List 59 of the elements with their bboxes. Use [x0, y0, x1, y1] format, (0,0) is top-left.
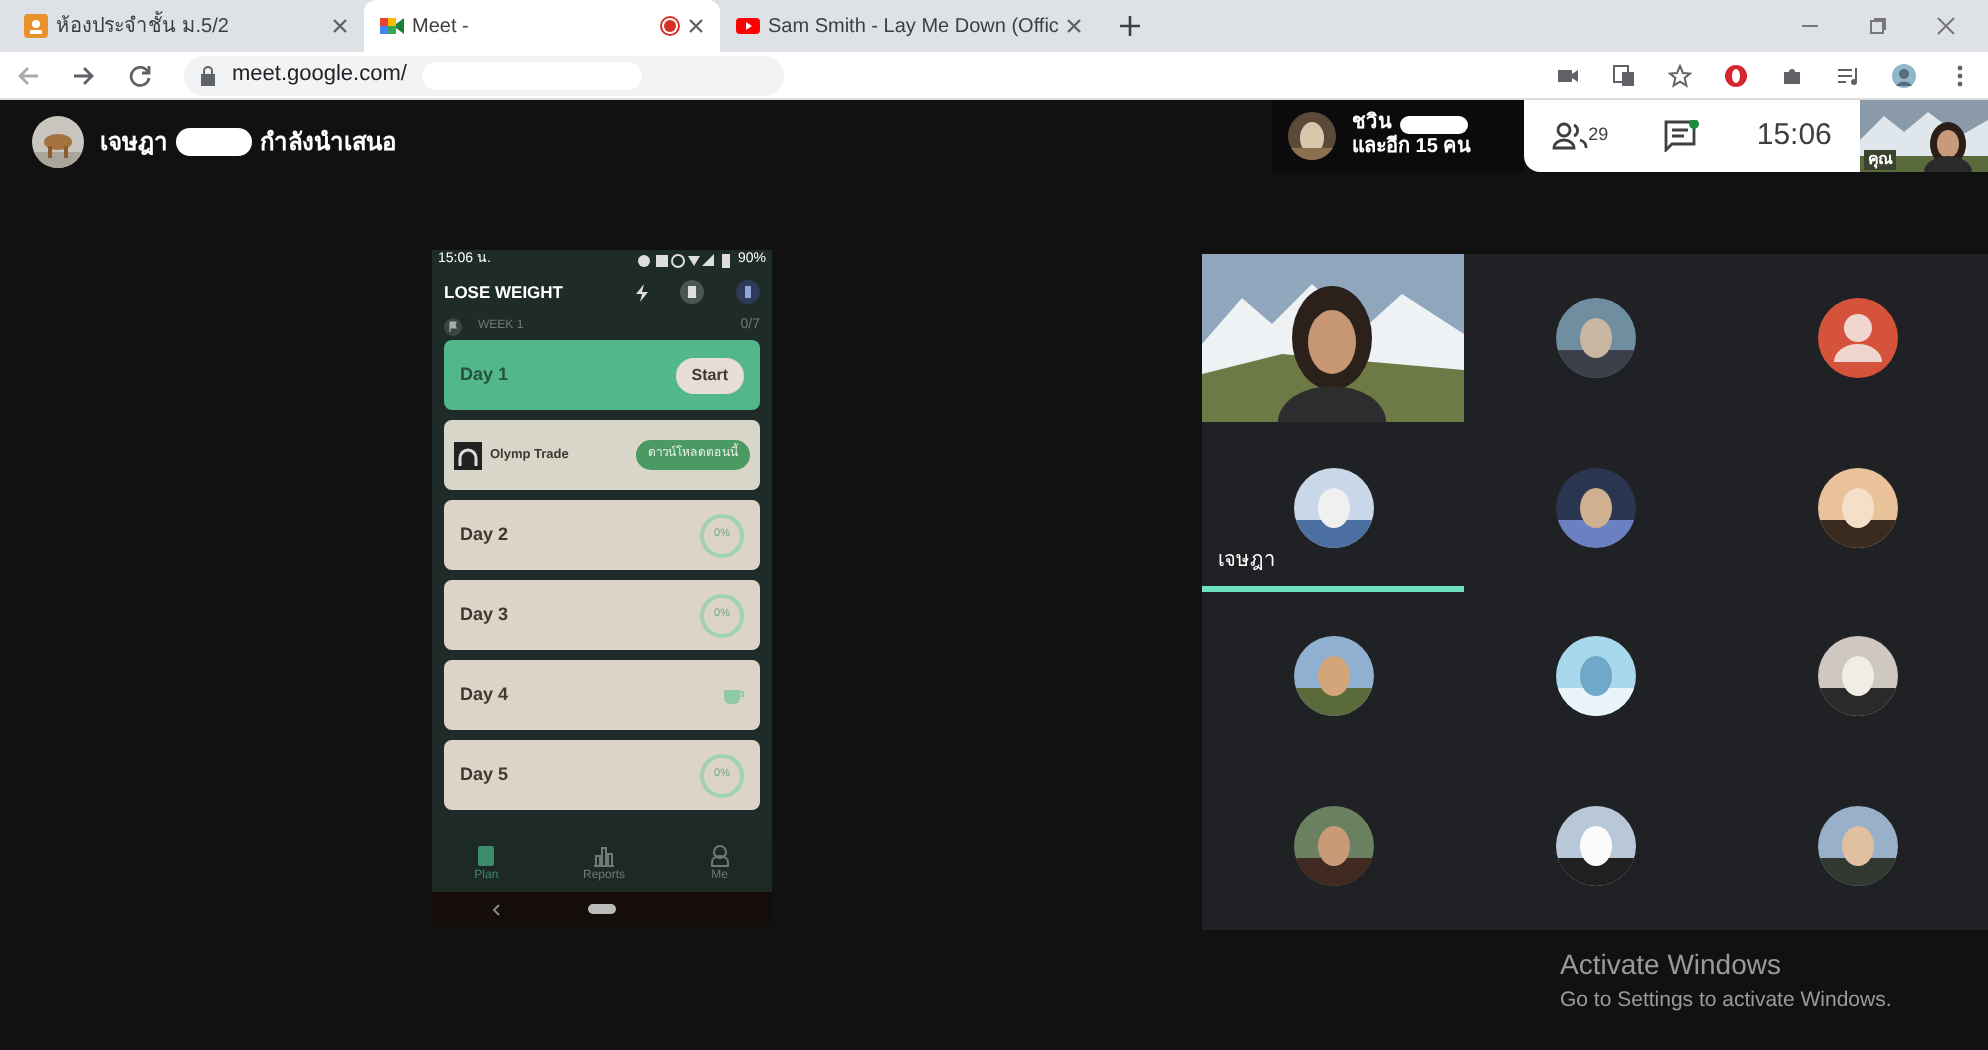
app-title: LOSE WEIGHT	[444, 279, 563, 305]
day-label: Day 1	[460, 361, 509, 388]
star-icon[interactable]	[1668, 63, 1692, 87]
url-text: meet.google.com/	[232, 60, 407, 91]
day-label: Day 2	[460, 521, 509, 548]
play-icon	[736, 14, 760, 38]
lightning-icon[interactable]	[636, 283, 648, 301]
day-card[interactable]: Day 4	[444, 660, 760, 730]
bar-chart-icon	[593, 844, 614, 868]
day-label: Day 5	[460, 761, 509, 788]
redaction-mark	[176, 128, 252, 156]
close-icon[interactable]	[1066, 18, 1083, 34]
new-tab-icon[interactable]	[1118, 14, 1143, 38]
lock-icon	[200, 65, 216, 85]
redaction-mark	[1400, 115, 1468, 133]
opera-icon[interactable]	[1724, 63, 1748, 87]
presenter-name: เจษฎา	[100, 126, 168, 160]
browser-tab[interactable]: Meet -	[364, 0, 720, 52]
day-card[interactable]: Day 1 Start	[444, 340, 760, 410]
avatar-icon	[1817, 298, 1897, 379]
others-count: และอีก 15 คน	[1352, 136, 1472, 160]
chat-icon[interactable]	[1664, 120, 1701, 152]
presenting-status: กำลังนำเสนอ	[260, 126, 396, 160]
clipboard-icon	[476, 844, 497, 868]
restore-icon[interactable]	[1868, 16, 1888, 36]
people-icon	[1552, 122, 1589, 150]
participants-button[interactable]: 29	[1552, 122, 1609, 150]
meeting-clock: 15:06	[1756, 115, 1832, 156]
status-icons	[637, 254, 718, 268]
speaker-name: ชวิน	[1352, 112, 1392, 134]
day-label: Day 4	[460, 681, 509, 708]
activation-hint: Go to Settings to activate Windows.	[1560, 986, 1892, 1016]
activation-title: Activate Windows	[1560, 946, 1783, 984]
browser-tab[interactable]: Sam Smith - Lay Me Down (Offic	[720, 0, 1099, 52]
browser-tab[interactable]: ห้องประจำชั้น ม.5/2	[8, 0, 364, 52]
forward-icon[interactable]	[72, 63, 96, 87]
self-label: คุณ	[1864, 150, 1896, 170]
flag-icon	[444, 317, 462, 335]
day-label: Day 3	[460, 601, 509, 628]
tab-title: ห้องประจำชั้น ม.5/2	[56, 11, 231, 41]
battery-icon	[721, 254, 730, 268]
start-button[interactable]: Start	[675, 357, 744, 393]
home-pill-icon[interactable]	[588, 904, 616, 914]
video-call-icon	[380, 14, 404, 38]
tab-title: Sam Smith - Lay Me Down (Offic	[768, 13, 1059, 41]
avatar-icon[interactable]	[1892, 63, 1916, 87]
playlist-icon[interactable]	[1836, 63, 1860, 87]
reload-icon[interactable]	[128, 63, 152, 87]
address-bar[interactable]: meet.google.com/	[184, 55, 784, 95]
person-icon	[709, 844, 730, 868]
participant-count: 29	[1588, 122, 1609, 148]
close-icon[interactable]	[1936, 16, 1956, 36]
back-icon[interactable]	[492, 903, 500, 915]
ad-logo-icon	[454, 441, 482, 469]
participant-name: เจษฎา	[1218, 548, 1276, 576]
tab-title: Meet -	[412, 13, 471, 41]
close-icon[interactable]	[332, 18, 348, 34]
cup-icon	[724, 687, 744, 703]
close-icon[interactable]	[688, 18, 704, 34]
